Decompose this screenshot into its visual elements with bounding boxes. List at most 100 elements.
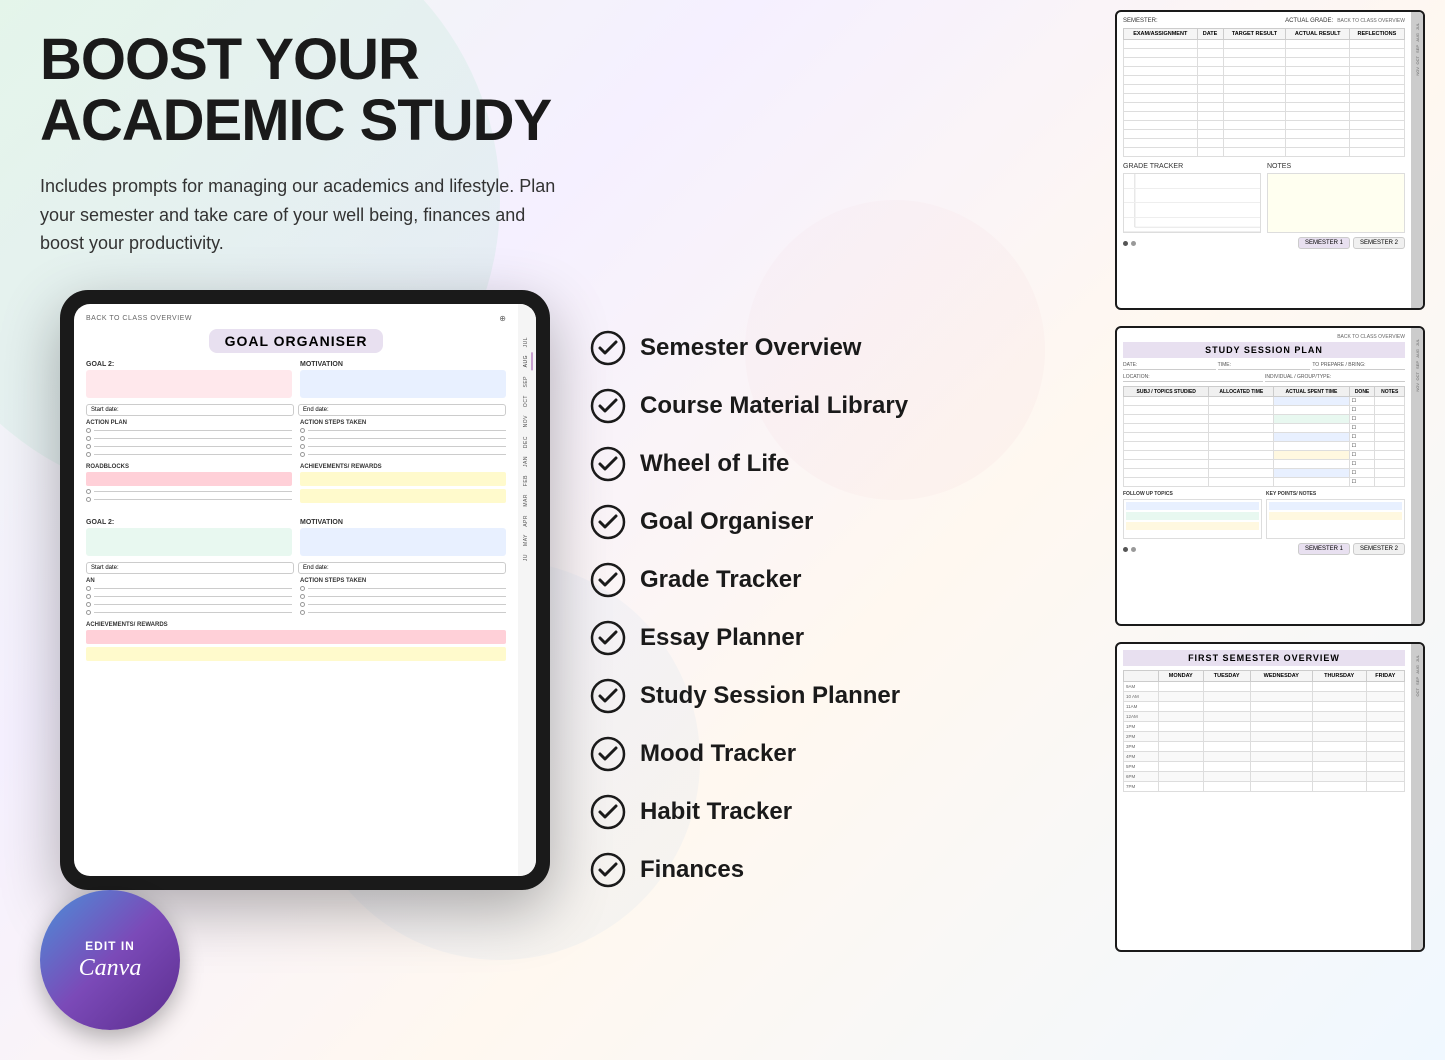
radio-3 bbox=[86, 444, 292, 449]
grade-col-4: ACTUAL RESULT bbox=[1286, 29, 1349, 40]
table-row bbox=[1124, 76, 1405, 85]
achievements-label: ACHIEVEMENTS/ REWARDS bbox=[300, 464, 506, 470]
checklist-item-3: Goal Organiser bbox=[590, 504, 970, 540]
nav-dot-1 bbox=[1123, 241, 1128, 246]
action-plan-2-label: AN bbox=[86, 578, 292, 584]
motivation1-input bbox=[300, 370, 506, 398]
study-location-row: LOCATION: INDIVIDUAL / GROUP/TYPE: bbox=[1123, 374, 1405, 382]
start-date-2: Start date: bbox=[86, 562, 294, 574]
goal2-section: GOAL 2: MOTIVATION bbox=[86, 519, 506, 556]
tablet-back-btn[interactable]: BACK TO CLASS OVERVIEW bbox=[86, 315, 192, 322]
tablet-header: BACK TO CLASS OVERVIEW ⊕ bbox=[86, 314, 506, 323]
action-plan: ACTION PLAN bbox=[86, 420, 292, 460]
study-col-5: NOTES bbox=[1375, 387, 1405, 397]
table-row: ☐ bbox=[1124, 478, 1405, 487]
study-content: BACK TO CLASS OVERVIEW STUDY SESSION PLA… bbox=[1117, 328, 1423, 561]
tab-semester-1[interactable]: SEMESTER 1 bbox=[1298, 237, 1350, 249]
radio-9 bbox=[86, 489, 292, 494]
tab-semester-2[interactable]: SEMESTER 2 bbox=[1353, 237, 1405, 249]
table-row: ☐ bbox=[1124, 433, 1405, 442]
grade-tracker-top: SEMESTER: ACTUAL GRADE: BACK TO CLASS OV… bbox=[1123, 18, 1405, 24]
checklist-item-6: Study Session Planner bbox=[590, 678, 970, 714]
table-row bbox=[1124, 121, 1405, 130]
month-apr[interactable]: APR bbox=[521, 512, 533, 530]
table-row: 3PM bbox=[1124, 742, 1405, 752]
grade-chart-area: GRADE TRACKER bbox=[1123, 163, 1405, 233]
table-row: ☐ bbox=[1124, 415, 1405, 424]
checklist-label-4: Grade Tracker bbox=[640, 566, 801, 594]
month-feb[interactable]: FEB bbox=[521, 472, 533, 489]
table-row bbox=[1124, 49, 1405, 58]
table-row: 11AM bbox=[1124, 702, 1405, 712]
grade-col-1: EXAM/ASSIGNMENT bbox=[1124, 29, 1198, 40]
study-sidebar-4: OCT bbox=[1414, 371, 1421, 381]
follow-up-col: FOLLOW UP TOPICS bbox=[1123, 491, 1262, 539]
study-tab-1[interactable]: SEMESTER 1 bbox=[1298, 543, 1350, 555]
month-nov[interactable]: NOV bbox=[521, 412, 533, 430]
radio-14 bbox=[86, 610, 292, 615]
page-headline: BOOST YOUR ACADEMIC STUDY bbox=[40, 30, 620, 152]
month-mar[interactable]: MAR bbox=[521, 491, 533, 510]
semester-preview-wrapper: JUL AUG SEP OCT FIRST SEMESTER OVERVIEW … bbox=[1115, 642, 1425, 952]
semester-title: FIRST SEMESTER OVERVIEW bbox=[1123, 650, 1405, 666]
study-col-1: SUBJ / TOPICS STUDIED bbox=[1124, 387, 1209, 397]
checklist-label-9: Finances bbox=[640, 856, 744, 884]
radio-2 bbox=[86, 436, 292, 441]
month-dec[interactable]: DEC bbox=[521, 433, 533, 451]
tablet-content: BACK TO CLASS OVERVIEW ⊕ GOAL ORGANISER … bbox=[74, 304, 518, 876]
nav-dot-2 bbox=[1131, 241, 1136, 246]
grade-semester-label: SEMESTER: bbox=[1123, 18, 1158, 24]
radio-7 bbox=[300, 444, 506, 449]
sem-col-thu: THURSDAY bbox=[1312, 671, 1366, 682]
checklist-label-5: Essay Planner bbox=[640, 624, 804, 652]
grade-tracker-preview-wrapper: JUL AUG SEP OCT NOV SEMESTER: ACTUAL GRA… bbox=[1115, 10, 1425, 310]
table-row: ☐ bbox=[1124, 451, 1405, 460]
radio-15 bbox=[300, 586, 506, 591]
table-row bbox=[1124, 130, 1405, 139]
table-row: 2PM bbox=[1124, 732, 1405, 742]
motivation2-input bbox=[300, 528, 506, 556]
check-icon-9 bbox=[590, 852, 626, 888]
radio-13 bbox=[86, 602, 292, 607]
action-steps: ACTION STEPS TAKEN bbox=[300, 420, 506, 460]
table-row bbox=[1124, 112, 1405, 121]
month-oct[interactable]: OCT bbox=[521, 392, 533, 410]
grade-col-2: DATE bbox=[1197, 29, 1223, 40]
sidebar-label-3: SEP bbox=[1414, 44, 1421, 54]
grade-col-3: TARGET RESULT bbox=[1223, 29, 1286, 40]
mini-chart bbox=[1123, 173, 1261, 233]
checklist-label-1: Course Material Library bbox=[640, 392, 908, 420]
table-row bbox=[1124, 148, 1405, 157]
canva-edit-label: EDIT IN bbox=[85, 939, 135, 953]
check-icon-6 bbox=[590, 678, 626, 714]
sem-col-wed: WEDNESDAY bbox=[1250, 671, 1312, 682]
date-row-1: Start date: End date: bbox=[86, 404, 506, 416]
study-date: DATE: bbox=[1123, 362, 1216, 370]
action-plan-label: ACTION PLAN bbox=[86, 420, 292, 426]
month-sep[interactable]: SEP bbox=[521, 373, 533, 391]
month-jan[interactable]: JAN bbox=[521, 453, 533, 470]
semester-content: FIRST SEMESTER OVERVIEW MONDAY TUESDAY W… bbox=[1117, 644, 1423, 798]
checklist-item-4: Grade Tracker bbox=[590, 562, 970, 598]
grade-tracker-sidebar: JUL AUG SEP OCT NOV bbox=[1411, 12, 1423, 308]
semester-preview: JUL AUG SEP OCT FIRST SEMESTER OVERVIEW … bbox=[1115, 642, 1425, 952]
canva-logo-text: Canva bbox=[79, 955, 142, 982]
study-tab-buttons: SEMESTER 1 SEMESTER 2 bbox=[1298, 543, 1405, 555]
achievements: ACHIEVEMENTS/ REWARDS bbox=[300, 464, 506, 505]
radio-5 bbox=[300, 428, 506, 433]
radio-18 bbox=[300, 610, 506, 615]
action-steps-label: ACTION STEPS TAKEN bbox=[300, 420, 506, 426]
checklist-label-0: Semester Overview bbox=[640, 334, 861, 362]
month-may[interactable]: MAY bbox=[521, 531, 533, 549]
month-ju[interactable]: JU bbox=[521, 551, 533, 564]
goal1-input bbox=[86, 370, 292, 398]
canva-badge: EDIT IN Canva bbox=[40, 890, 180, 1030]
study-tab-2[interactable]: SEMESTER 2 bbox=[1353, 543, 1405, 555]
date-row-2: Start date: End date: bbox=[86, 562, 506, 574]
table-row bbox=[1124, 67, 1405, 76]
tablet-mockup: BACK TO CLASS OVERVIEW ⊕ GOAL ORGANISER … bbox=[60, 290, 550, 890]
action-steps-2: ACTION STEPS TAKEN bbox=[300, 578, 506, 618]
check-icon-7 bbox=[590, 736, 626, 772]
checklist-item-7: Mood Tracker bbox=[590, 736, 970, 772]
month-aug[interactable]: AUG bbox=[521, 352, 533, 370]
